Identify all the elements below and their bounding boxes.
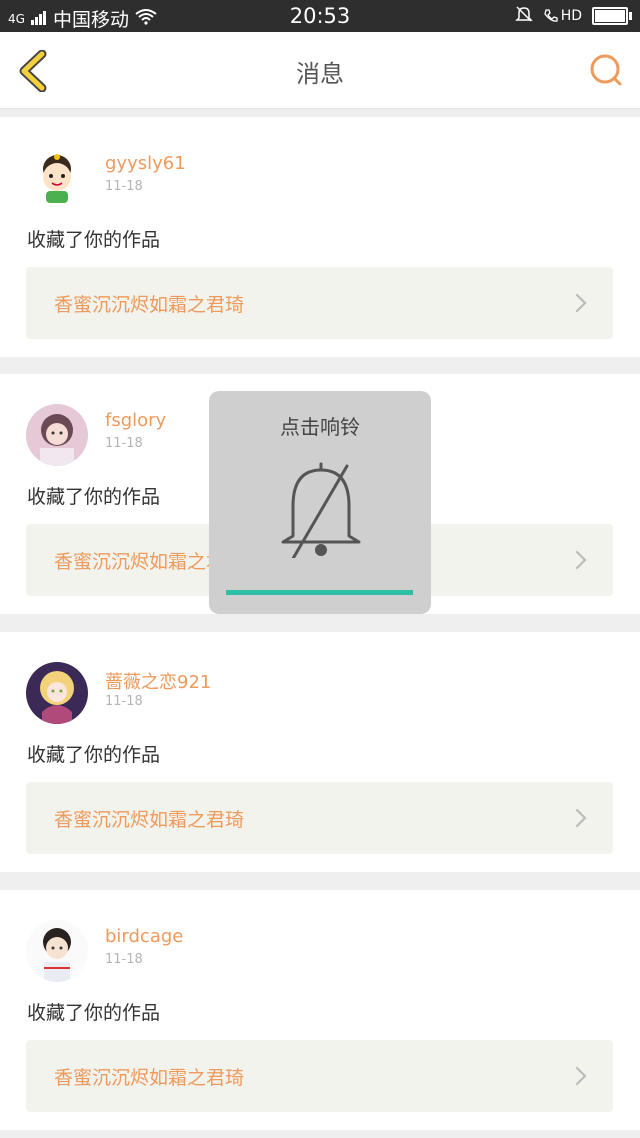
- action-text: 收藏了你的作品: [27, 1002, 161, 1024]
- message-date: 11-18: [105, 952, 143, 967]
- bell-off-icon: [281, 462, 361, 558]
- mute-icon: [514, 5, 533, 27]
- work-link[interactable]: 香蜜沉沉烬如霜之君琦: [26, 1040, 613, 1112]
- work-title: 香蜜沉沉烬如霜之君琦: [54, 1067, 245, 1089]
- search-icon: [590, 54, 622, 86]
- toast-label: 点击响铃: [280, 415, 360, 439]
- message-card: 蔷薇之恋921 11-18 收藏了你的作品 香蜜沉沉烬如霜之君琦: [0, 632, 640, 872]
- chevron-right-icon: [575, 808, 587, 828]
- page-title: 消息: [296, 60, 344, 88]
- message-date: 11-18: [105, 694, 143, 709]
- message-date: 11-18: [105, 436, 143, 451]
- message-card: gyysly61 11-18 收藏了你的作品 香蜜沉沉烬如霜之君琦: [0, 117, 640, 357]
- top-navigation-bar: 消息: [0, 32, 640, 109]
- battery-level: [595, 10, 626, 22]
- username[interactable]: birdcage: [105, 926, 183, 947]
- work-link[interactable]: 香蜜沉沉烬如霜之君琦: [26, 782, 613, 854]
- work-title: 香蜜沉沉烬如霜之君琦: [54, 294, 245, 316]
- message-card: birdcage 11-18 收藏了你的作品 香蜜沉沉烬如霜之君琦: [0, 890, 640, 1130]
- avatar[interactable]: [26, 147, 88, 209]
- username[interactable]: 蔷薇之恋921: [105, 668, 211, 694]
- status-bar: 4G 中国移动 20:53 HD: [0, 0, 640, 32]
- avatar[interactable]: [26, 920, 88, 982]
- search-button[interactable]: [588, 52, 624, 88]
- chevron-right-icon: [575, 550, 587, 570]
- ringer-level-fill: [226, 590, 413, 595]
- username[interactable]: fsglory: [105, 410, 166, 431]
- action-text: 收藏了你的作品: [27, 486, 161, 508]
- chevron-right-icon: [575, 293, 587, 313]
- hd-label: HD: [560, 8, 582, 24]
- username[interactable]: gyysly61: [105, 153, 186, 174]
- avatar[interactable]: [26, 662, 88, 724]
- avatar[interactable]: [26, 404, 88, 466]
- ringer-level-bar: [226, 590, 413, 595]
- hd-call-icon: HD: [543, 8, 582, 24]
- work-title: 香蜜沉沉烬如霜之君琦: [54, 809, 245, 831]
- chevron-right-icon: [575, 1066, 587, 1086]
- ringer-toast: 点击响铃: [209, 391, 431, 614]
- battery-icon: [592, 7, 632, 25]
- action-text: 收藏了你的作品: [27, 744, 161, 766]
- work-link[interactable]: 香蜜沉沉烬如霜之君琦: [26, 267, 613, 339]
- action-text: 收藏了你的作品: [27, 229, 161, 251]
- message-date: 11-18: [105, 179, 143, 194]
